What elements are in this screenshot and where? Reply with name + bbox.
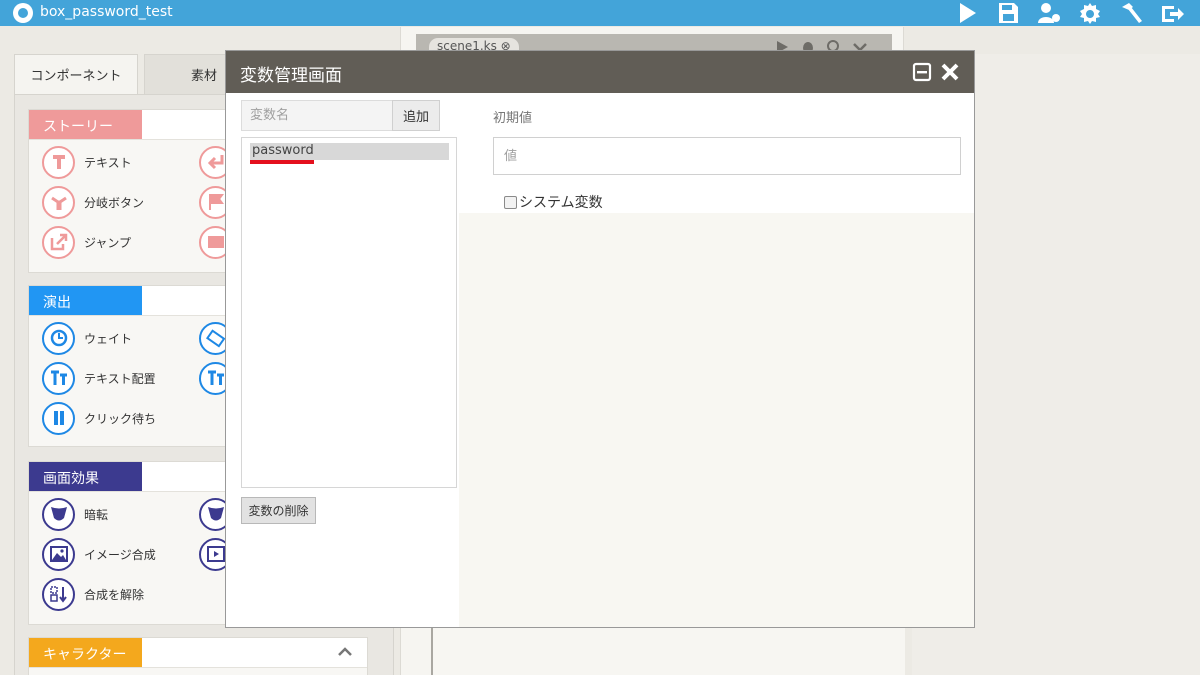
- component-text[interactable]: テキスト: [42, 145, 132, 179]
- clock-icon: [42, 321, 75, 355]
- initial-value-input[interactable]: [493, 137, 961, 175]
- add-variable-button[interactable]: 追加: [392, 100, 440, 131]
- close-icon[interactable]: [940, 62, 960, 82]
- save-icon[interactable]: [993, 0, 1023, 26]
- highlight-underline: [250, 160, 314, 164]
- section-title[interactable]: 画面効果: [29, 462, 142, 491]
- chevron-up-icon[interactable]: [337, 644, 353, 660]
- component-branch-button[interactable]: 分岐ボタン: [42, 185, 144, 219]
- component-image-merge[interactable]: イメージ合成: [42, 537, 156, 571]
- initial-value-label: 初期値: [493, 111, 533, 126]
- dialog-title: 変数管理画面: [240, 66, 342, 86]
- text-layout-icon: [42, 361, 75, 395]
- variable-name-input[interactable]: [241, 100, 393, 131]
- hammer-icon[interactable]: [1116, 0, 1146, 26]
- pause-icon: [42, 401, 75, 435]
- system-variable-checkbox[interactable]: [504, 195, 517, 209]
- component-text-layout[interactable]: テキスト配置: [42, 361, 156, 395]
- variable-manager-dialog: 変数管理画面 追加 password 変数の削除 初期値 システム変数: [225, 50, 975, 628]
- export-icon[interactable]: [1157, 0, 1187, 26]
- tab-components[interactable]: コンポーネント: [14, 54, 138, 94]
- component-unmerge[interactable]: 合成を解除: [42, 577, 144, 611]
- section-title[interactable]: 演出: [29, 286, 142, 315]
- section-title[interactable]: キャラクター: [29, 638, 142, 667]
- users-gear-icon[interactable]: [1034, 0, 1064, 26]
- component-click-wait[interactable]: クリック待ち: [42, 401, 156, 435]
- image-icon: [42, 537, 75, 571]
- component-jump[interactable]: ジャンプ: [42, 225, 131, 259]
- title-bar: box_password_test: [0, 0, 1200, 26]
- variable-list: password: [241, 137, 457, 488]
- text-t-icon: [42, 145, 75, 179]
- section-character: キャラクター: [28, 637, 368, 675]
- delete-variable-button[interactable]: 変数の削除: [241, 497, 316, 524]
- fade-icon: [42, 497, 75, 531]
- detail-panel: [459, 213, 974, 627]
- minimize-icon[interactable]: [912, 62, 932, 82]
- system-variable-row: システム変数: [504, 192, 603, 212]
- settings-icon[interactable]: [1075, 0, 1105, 26]
- project-title: box_password_test: [40, 4, 173, 20]
- component-fade[interactable]: 暗転: [42, 497, 108, 531]
- system-variable-label: システム変数: [519, 195, 603, 211]
- app-logo-icon: [13, 3, 33, 23]
- unmerge-icon: [42, 577, 75, 611]
- branch-icon: [42, 185, 75, 219]
- component-wait[interactable]: ウェイト: [42, 321, 132, 355]
- dialog-titlebar: 変数管理画面: [226, 51, 974, 93]
- jump-icon: [42, 225, 75, 259]
- list-item[interactable]: password: [250, 143, 449, 160]
- section-title[interactable]: ストーリー: [29, 110, 142, 139]
- play-icon[interactable]: [952, 0, 982, 26]
